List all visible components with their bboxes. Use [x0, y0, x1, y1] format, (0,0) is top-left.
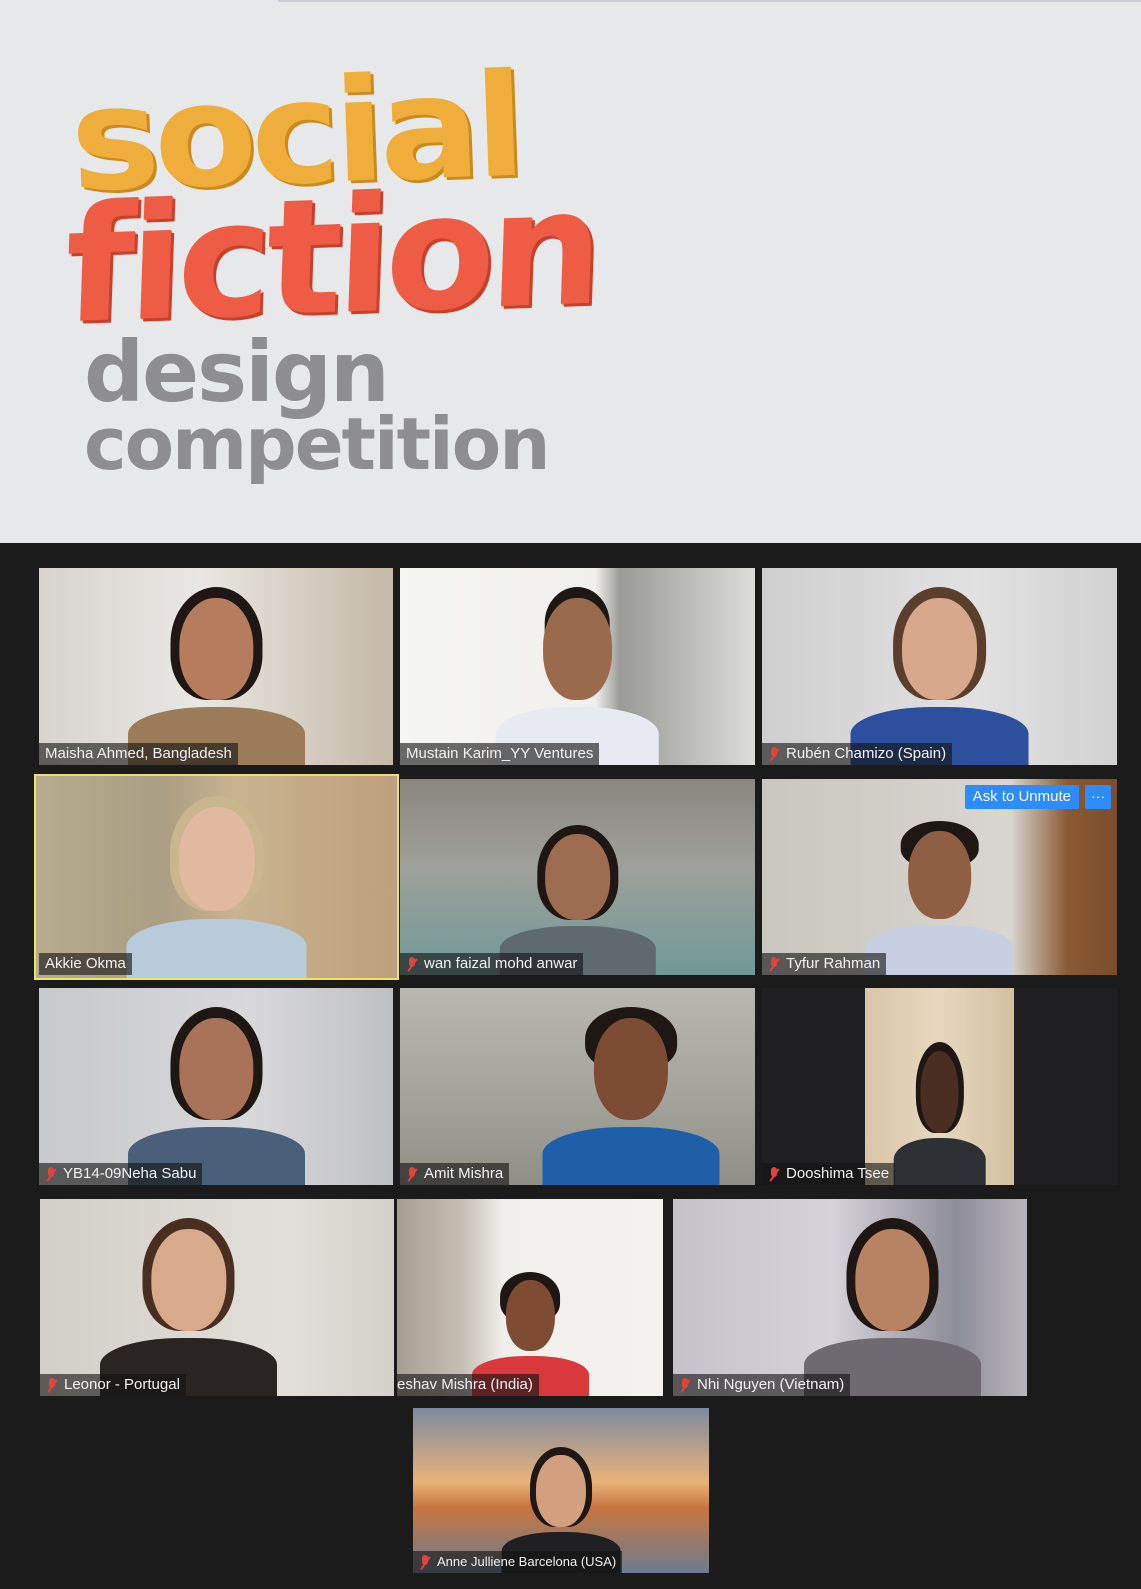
muted-mic-icon [768, 1166, 780, 1182]
participant-video [542, 1004, 720, 1185]
participant-video [864, 818, 1015, 975]
muted-mic-icon [768, 746, 780, 762]
participant-name-tag: Maisha Ahmed, Bangladesh [39, 743, 238, 765]
video-tile[interactable]: YB14-09Neha Sabu [39, 988, 393, 1185]
event-banner: social fiction design competition [0, 0, 1141, 543]
muted-mic-icon [406, 956, 418, 972]
video-tile[interactable]: Nhi Nguyen (Vietnam) [673, 1199, 1027, 1396]
participant-name: Akkie Okma [45, 955, 126, 972]
participant-video [126, 792, 307, 978]
participant-name: Maisha Ahmed, Bangladesh [45, 745, 232, 762]
muted-mic-icon [768, 956, 780, 972]
participant-name-tag: Rubén Chamizo (Spain) [762, 743, 953, 765]
participant-name-tag: YB14-09Neha Sabu [39, 1163, 203, 1185]
participant-video [127, 584, 305, 765]
participant-name-tag: Akkie Okma [39, 953, 132, 975]
participant-name-tag: Amit Mishra [400, 1163, 510, 1185]
participant-name: Tyfur Rahman [786, 955, 881, 972]
top-divider [278, 0, 1141, 2]
participant-name-tag: Dooshima Tsee [762, 1163, 896, 1185]
participant-name: Leonor - Portugal [64, 1376, 180, 1393]
participant-video [850, 584, 1029, 765]
video-tile[interactable]: Mustain Karim_YY Ventures [400, 568, 755, 765]
video-tile[interactable]: Ask to Unmute ··· Tyfur Rahman [762, 779, 1117, 975]
muted-mic-icon [419, 1554, 431, 1570]
participant-name-tag: Tyfur Rahman [762, 953, 887, 975]
participant-name: YB14-09Neha Sabu [63, 1165, 197, 1182]
participant-video [803, 1215, 981, 1396]
muted-mic-icon [406, 1166, 418, 1182]
logo-word-fiction: fiction [61, 153, 601, 360]
video-tile[interactable]: Maisha Ahmed, Bangladesh [39, 568, 393, 765]
participant-name-tag: Leonor - Portugal [40, 1374, 186, 1396]
participant-name: Nhi Nguyen (Vietnam) [697, 1376, 845, 1393]
participant-name-tag: Anne Julliene Barcelona (USA) [413, 1551, 623, 1573]
video-tile[interactable]: wan faizal mohd anwar [400, 779, 755, 975]
participant-name: wan faizal mohd anwar [424, 955, 578, 972]
video-tile[interactable]: eshav Mishra (India) [397, 1199, 663, 1396]
video-tile-active-speaker[interactable]: Akkie Okma [34, 774, 399, 980]
more-options-button[interactable]: ··· [1085, 785, 1111, 809]
participant-video [893, 1039, 986, 1185]
participant-name: Mustain Karim_YY Ventures [406, 745, 594, 762]
participant-name: Anne Julliene Barcelona (USA) [437, 1554, 617, 1569]
participant-name-tag: Mustain Karim_YY Ventures [400, 743, 600, 765]
participant-name-tag: eshav Mishra (India) [397, 1374, 539, 1396]
participant-name: eshav Mishra (India) [397, 1376, 533, 1393]
video-tile[interactable]: Dooshima Tsee [762, 988, 1117, 1185]
video-tile[interactable]: Leonor - Portugal [40, 1199, 394, 1396]
video-gallery: Maisha Ahmed, Bangladesh Mustain Karim_Y… [0, 543, 1141, 1589]
muted-mic-icon [679, 1377, 691, 1393]
video-tile[interactable]: Amit Mishra [400, 988, 755, 1185]
video-tile[interactable]: Rubén Chamizo (Spain) [762, 568, 1117, 765]
participant-video [495, 584, 660, 765]
video-tile[interactable]: Anne Julliene Barcelona (USA) [413, 1408, 709, 1573]
participant-name: Rubén Chamizo (Spain) [786, 745, 947, 762]
competition-logo: social fiction design competition [62, 44, 601, 488]
logo-word-competition: competition [84, 402, 550, 486]
participant-video [100, 1215, 278, 1396]
participant-name-tag: wan faizal mohd anwar [400, 953, 584, 975]
participant-name: Dooshima Tsee [786, 1165, 890, 1182]
muted-mic-icon [45, 1166, 57, 1182]
muted-mic-icon [46, 1377, 58, 1393]
participant-video [127, 1004, 305, 1185]
participant-name: Amit Mishra [424, 1165, 504, 1182]
participant-name-tag: Nhi Nguyen (Vietnam) [673, 1374, 851, 1396]
ask-to-unmute-button[interactable]: Ask to Unmute [964, 785, 1079, 809]
